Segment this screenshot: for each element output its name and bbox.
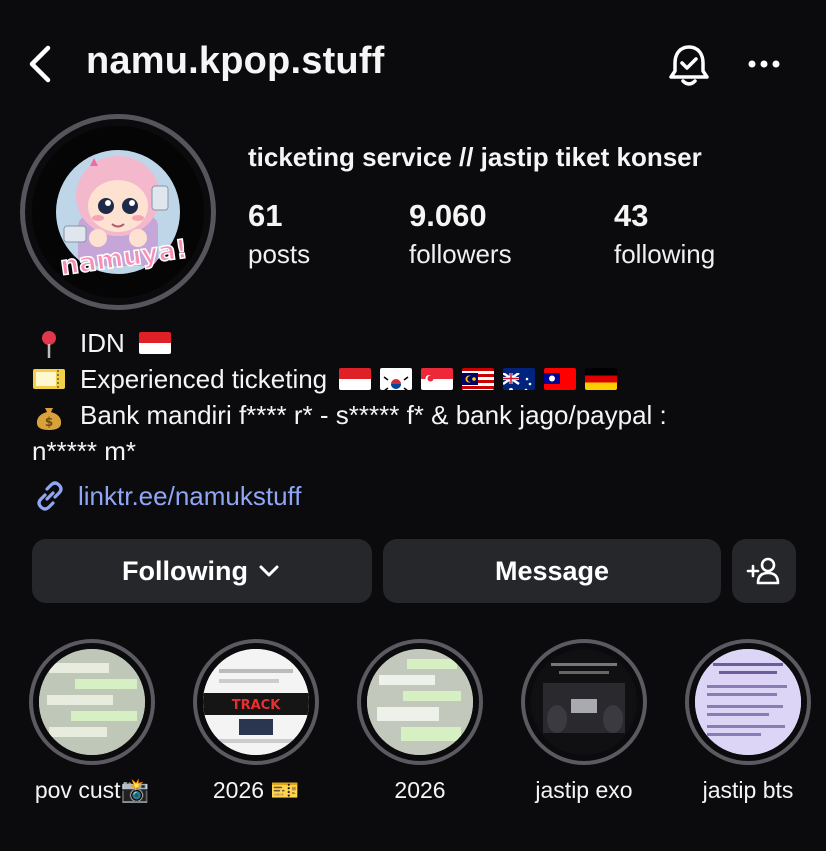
followers-label: followers <box>409 239 512 269</box>
bio-experience-text: Experienced ticketing <box>80 364 328 394</box>
highlight-item[interactable]: TRACK 2026 🎫 <box>191 639 321 803</box>
bio-location-text: IDN <box>80 328 125 358</box>
malaysia-flag-icon <box>462 368 495 390</box>
following-stat[interactable]: 43 following <box>614 198 715 274</box>
south-korea-flag-icon <box>380 368 413 390</box>
bio-bank-text: Bank mandiri f**** r* - s***** f* & bank… <box>80 400 667 430</box>
posts-count: 61 <box>248 198 283 233</box>
indonesia-flag-icon <box>138 332 171 354</box>
add-user-icon <box>746 557 780 585</box>
highlight-item[interactable]: 2026 <box>355 639 485 803</box>
following-count: 43 <box>614 198 649 233</box>
indonesia-flag-icon <box>339 368 372 390</box>
profile-link[interactable]: linktr.ee/namukstuff <box>32 478 302 514</box>
highlight-item[interactable]: pov cust📸 <box>27 639 157 803</box>
link-chain-icon <box>37 481 63 511</box>
highlight-thumbnail: TRACK <box>203 649 309 755</box>
bell-check-icon <box>669 45 709 86</box>
more-horizontal-icon <box>748 60 780 68</box>
posts-stat[interactable]: 61 posts <box>248 198 310 274</box>
bio-flag-idn <box>138 332 171 354</box>
bio-location-line: IDN <box>32 325 802 361</box>
australia-flag-icon <box>503 368 536 390</box>
following-label: following <box>614 239 716 269</box>
following-button[interactable]: Following <box>32 539 372 603</box>
profile-display-name: ticketing service // jastip tiket konser <box>248 142 702 172</box>
bio-bank-line: $ Bank mandiri f**** r* - s***** f* & ba… <box>32 397 802 433</box>
chevron-down-icon <box>259 565 279 577</box>
chevron-left-icon <box>29 45 51 83</box>
highlight-thumbnail <box>695 649 801 755</box>
highlight-item[interactable]: jastip exo <box>519 639 649 803</box>
highlight-label: 2026 🎫 <box>212 777 300 803</box>
add-user-button[interactable] <box>732 539 796 603</box>
highlight-thumbnail <box>531 649 637 755</box>
profile-link-text: linktr.ee/namukstuff <box>78 480 302 511</box>
taiwan-flag-icon <box>544 368 577 390</box>
back-button[interactable] <box>22 42 62 86</box>
message-button-label: Message <box>494 555 610 586</box>
bio-experience-line: Experienced ticketing <box>32 361 802 397</box>
svg-text:$: $ <box>45 415 53 429</box>
followers-stat[interactable]: 9.060 followers <box>409 198 512 274</box>
following-button-label: Following <box>122 555 248 586</box>
germany-flag-icon <box>585 368 618 390</box>
bio-country-flags <box>339 368 618 390</box>
highlight-label: pov cust📸 <box>34 777 150 803</box>
highlight-thumbnail <box>367 649 473 755</box>
avatar-image: namuya! <box>32 126 204 298</box>
profile-avatar[interactable]: namuya! <box>20 114 216 310</box>
posts-label: posts <box>248 239 311 269</box>
highlight-label: 2026 <box>394 777 446 803</box>
profile-header: namu.kpop.stuff <box>0 0 826 130</box>
message-button[interactable]: Message <box>383 539 721 603</box>
pushpin-icon <box>32 329 66 358</box>
profile-bio: IDN Experienced ticketing $ Bank mandiri… <box>32 325 802 469</box>
highlight-label: jastip bts <box>702 777 794 803</box>
more-options-button[interactable] <box>742 46 786 82</box>
highlight-item[interactable]: jastip bts <box>683 639 813 803</box>
ticket-icon <box>32 365 66 393</box>
singapore-flag-icon <box>421 368 454 390</box>
money-bag-icon: $ <box>32 401 66 430</box>
username-title: namu.kpop.stuff <box>86 40 385 82</box>
svg-text:TRACK: TRACK <box>232 698 281 713</box>
notifications-button[interactable] <box>664 40 714 90</box>
highlight-label: jastip exo <box>535 777 633 803</box>
bio-bank-text-continued: n***** m* <box>32 436 137 466</box>
followers-count: 9.060 <box>409 198 487 233</box>
bio-bank-line-continued: n***** m* <box>32 433 802 469</box>
highlight-thumbnail <box>39 649 145 755</box>
